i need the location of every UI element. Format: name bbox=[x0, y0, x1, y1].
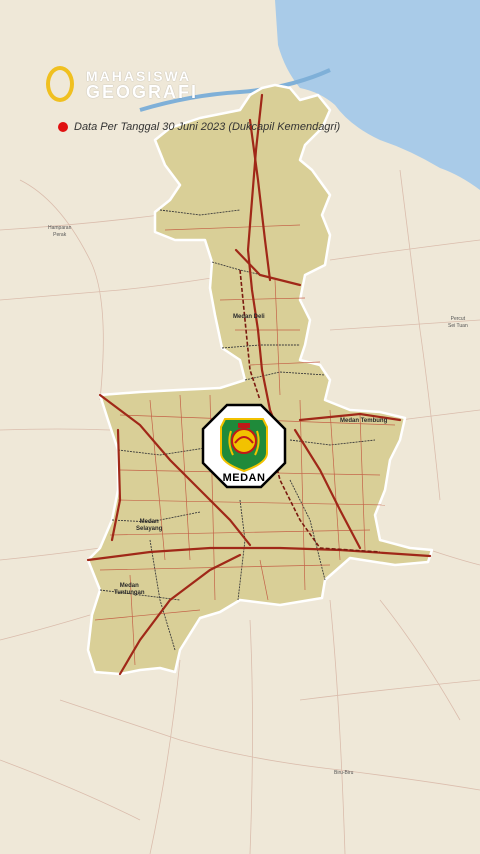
city-emblem-marker[interactable]: MEDAN bbox=[201, 403, 287, 489]
place-label-percut: Percut Sei Tuan bbox=[448, 316, 468, 330]
emblem-label: MEDAN bbox=[222, 472, 266, 484]
brand-logo: MAHASISWA GEOGRAFI bbox=[46, 66, 246, 110]
red-dot-icon bbox=[58, 122, 68, 132]
place-label-percut-line1: Percut bbox=[450, 316, 466, 322]
place-label-hamparan-perak-line2: Perak bbox=[53, 232, 67, 238]
data-source-text: Data Per Tanggal 30 Juni 2023 (Dukcapil … bbox=[74, 121, 341, 133]
district-label-medan-tembung: Medan Tembung bbox=[340, 418, 387, 425]
district-label-medan-selayang-line1: Medan bbox=[139, 519, 159, 525]
district-label-medan-tuntungan: Medan Tuntungan bbox=[114, 583, 145, 597]
district-label-medan-tuntungan-line2: Tuntungan bbox=[114, 590, 145, 596]
district-label-medan-selayang-line2: Selayang bbox=[136, 526, 163, 532]
brand-line2: GEOGRAFI bbox=[86, 82, 199, 102]
ring-logo-icon bbox=[46, 66, 74, 102]
place-label-hamparan-perak: Hamparan Perak bbox=[48, 225, 71, 239]
district-label-medan-deli: Medan Deli bbox=[233, 314, 265, 320]
place-label-biru-biru: Biru-Biru bbox=[334, 770, 354, 776]
district-label-medan-tuntungan-line1: Medan bbox=[119, 583, 139, 589]
district-label-medan-tembung-line2: Tembung bbox=[360, 418, 388, 424]
place-label-hamparan-perak-line1: Hamparan bbox=[48, 225, 72, 231]
data-source-note: Data Per Tanggal 30 Juni 2023 (Dukcapil … bbox=[58, 119, 340, 135]
place-label-percut-line2: Sei Tuan bbox=[448, 323, 468, 329]
district-label-medan-tembung-line1: Medan bbox=[340, 418, 360, 424]
district-label-medan-selayang: Medan Selayang bbox=[136, 519, 162, 533]
